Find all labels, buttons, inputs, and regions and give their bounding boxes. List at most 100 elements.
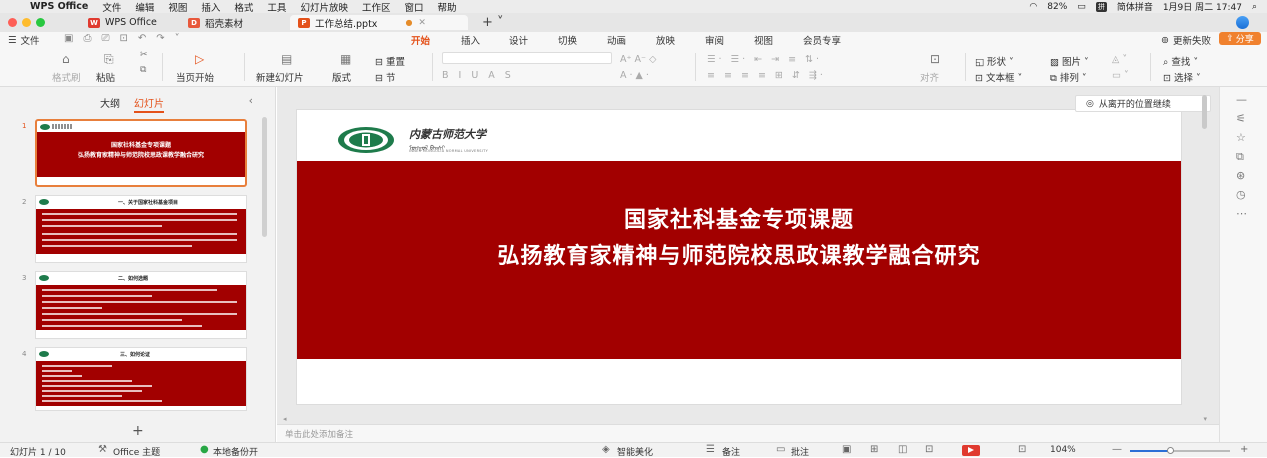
select-button[interactable]: ⊡ 选择 ˅: [1163, 70, 1201, 84]
tab-member[interactable]: 会员专享: [803, 33, 841, 47]
tab-home[interactable]: 开始: [411, 33, 430, 50]
tab-slideshow[interactable]: 放映: [656, 33, 675, 47]
history-icon[interactable]: ◷: [1236, 188, 1246, 201]
qat-more-icon[interactable]: ˅: [175, 33, 180, 44]
zoom-slider[interactable]: [1130, 447, 1230, 454]
list-buttons[interactable]: ☰· ☰· ⇤ ⇥ ≡ ⇅·: [707, 54, 822, 65]
comments-toggle-button[interactable]: 批注: [791, 445, 809, 458]
app-name-menu[interactable]: WPS Office: [30, 1, 88, 12]
presenter-view-icon[interactable]: ⊡: [925, 444, 933, 455]
fill-button[interactable]: ◬ ˅: [1112, 54, 1127, 65]
save-icon[interactable]: ▣: [64, 33, 73, 44]
slide-library-icon[interactable]: ⧉: [1236, 150, 1244, 164]
reading-view-icon[interactable]: ◫: [898, 444, 907, 455]
close-window-button[interactable]: [8, 18, 17, 27]
update-status[interactable]: ⊚ 更新失败: [1161, 33, 1211, 48]
new-tab-button[interactable]: + ˅: [482, 15, 504, 30]
smart-beautify-button[interactable]: 智能美化: [617, 445, 653, 458]
spotlight-icon[interactable]: ⌕: [1252, 2, 1257, 12]
notes-toggle-button[interactable]: 备注: [722, 445, 740, 458]
add-slide-button[interactable]: +: [132, 423, 144, 439]
menu-workspace[interactable]: 工作区: [362, 0, 391, 14]
outline-tab[interactable]: 大纲: [100, 95, 120, 110]
scroll-left-icon[interactable]: ◂: [283, 415, 287, 423]
scroll-down-icon[interactable]: ▾: [1203, 415, 1207, 423]
align-button[interactable]: 对齐: [920, 70, 939, 84]
copy-icon[interactable]: ⧉: [140, 65, 146, 75]
share-button[interactable]: ⇪ 分享: [1219, 32, 1261, 45]
tab-wps-office[interactable]: W WPS Office: [80, 15, 165, 30]
more-options-icon[interactable]: ⋯: [1236, 207, 1247, 220]
slide-sorter-icon[interactable]: ⊞: [870, 444, 878, 455]
close-tab-icon[interactable]: ✕: [418, 18, 426, 28]
font-color-button[interactable]: A · ▲ ·: [620, 70, 649, 81]
tab-document[interactable]: P 工作总结.pptx ● ✕: [290, 15, 468, 30]
collapse-panel-icon[interactable]: ‹: [249, 94, 253, 107]
vertical-scrollbar[interactable]: [1202, 95, 1207, 129]
clock[interactable]: 1月9日 周二 17:47: [1163, 0, 1242, 13]
slide-subtitle[interactable]: 弘扬教育家精神与师范院校思政课教学融合研究: [297, 238, 1181, 270]
fit-window-icon[interactable]: ⊡: [1018, 444, 1026, 455]
slides-tab[interactable]: 幻灯片: [134, 95, 164, 113]
theme-name[interactable]: Office 主题: [113, 445, 160, 458]
menu-view[interactable]: 视图: [168, 0, 187, 14]
slide-thumbnail-3[interactable]: 二、如何选题: [35, 271, 247, 339]
tab-design[interactable]: 设计: [509, 33, 528, 47]
paragraph-align-buttons[interactable]: ≡ ≡ ≡ ≡ ⊞ ⇵ ⇶·: [707, 70, 826, 81]
font-name-dropdown[interactable]: [442, 52, 612, 64]
outline-button[interactable]: ▭ ˅: [1112, 70, 1129, 81]
export-pdf-icon[interactable]: ⎙: [83, 33, 91, 44]
new-slide-button[interactable]: 新建幻灯片: [256, 70, 304, 84]
file-menu-button[interactable]: ☰ 文件: [8, 33, 40, 48]
menu-format[interactable]: 格式: [234, 0, 253, 14]
backup-status[interactable]: 本地备份开: [213, 445, 258, 458]
play-slideshow-button[interactable]: [962, 445, 980, 456]
resume-position-button[interactable]: ◎ 从离开的位置继续: [1075, 95, 1211, 112]
picture-button[interactable]: ▨ 图片 ˅: [1050, 54, 1089, 68]
redo-icon[interactable]: ↷: [156, 33, 164, 44]
input-method-icon[interactable]: 拼: [1095, 1, 1107, 12]
slide-thumbnail-4[interactable]: 三、如何论证: [35, 347, 247, 411]
menu-insert[interactable]: 插入: [201, 0, 220, 14]
collapse-rail-icon[interactable]: —: [1236, 93, 1247, 106]
tab-review[interactable]: 审阅: [705, 33, 724, 47]
menu-edit[interactable]: 编辑: [135, 0, 154, 14]
menu-slideshow[interactable]: 幻灯片放映: [300, 0, 348, 14]
menu-window[interactable]: 窗口: [404, 0, 423, 14]
slide-canvas[interactable]: 内蒙古师范大学 ᠮᠣᠩᠭᠣᠯ ᠪᠠᠭᠰᠢ INNER MONGOLIA NORM…: [296, 109, 1182, 405]
normal-view-icon[interactable]: ▣: [842, 444, 851, 455]
menu-tools[interactable]: 工具: [267, 0, 286, 14]
format-painter-button[interactable]: 格式刷: [52, 70, 81, 84]
object-pane-icon[interactable]: ⊛: [1236, 169, 1245, 182]
battery-icon[interactable]: ▭: [1077, 2, 1086, 12]
menu-help[interactable]: 帮助: [437, 0, 456, 14]
zoom-out-icon[interactable]: —: [1112, 444, 1122, 455]
menu-file[interactable]: 文件: [102, 0, 121, 14]
zoom-window-button[interactable]: [36, 18, 45, 27]
wifi-icon[interactable]: ◠: [1029, 2, 1037, 12]
reset-button[interactable]: ⊟ 重置: [375, 54, 405, 68]
zoom-level[interactable]: 104%: [1050, 445, 1076, 455]
zoom-in-icon[interactable]: +: [1240, 444, 1248, 455]
shape-button[interactable]: ◱ 形状 ˅: [975, 54, 1014, 68]
slide-title[interactable]: 国家社科基金专项课题: [297, 202, 1181, 234]
slide-thumbnail-2[interactable]: 一、关于国家社科基金项目: [35, 195, 247, 263]
arrange-button[interactable]: ⧉ 排列 ˅: [1050, 70, 1087, 84]
tab-docer-material[interactable]: D 稻壳素材: [180, 15, 251, 30]
tab-insert[interactable]: 插入: [461, 33, 480, 47]
font-style-buttons[interactable]: BIUAS: [442, 70, 521, 81]
account-avatar-icon[interactable]: [1236, 16, 1249, 29]
notes-field[interactable]: 单击此处添加备注: [277, 424, 1219, 442]
textbox-button[interactable]: ⊡ 文本框 ˅: [975, 70, 1022, 84]
undo-icon[interactable]: ↶: [138, 33, 146, 44]
tab-transition[interactable]: 切换: [558, 33, 577, 47]
minimize-window-button[interactable]: [22, 18, 31, 27]
slide-thumbnail-1[interactable]: 国家社科基金专项课题 弘扬教育家精神与师范院校思政课教学融合研究: [35, 119, 247, 187]
font-size-buttons[interactable]: A⁺ A⁻ ◇: [620, 54, 656, 65]
layout-button[interactable]: 版式: [332, 70, 351, 84]
section-button[interactable]: ⊟ 节: [375, 70, 396, 84]
zoom-slider-knob[interactable]: [1166, 447, 1174, 454]
paste-button[interactable]: 粘贴: [96, 70, 115, 84]
from-current-button[interactable]: 当页开始: [176, 70, 214, 84]
horizontal-scrollbar[interactable]: ◂ ▾: [277, 415, 1219, 424]
